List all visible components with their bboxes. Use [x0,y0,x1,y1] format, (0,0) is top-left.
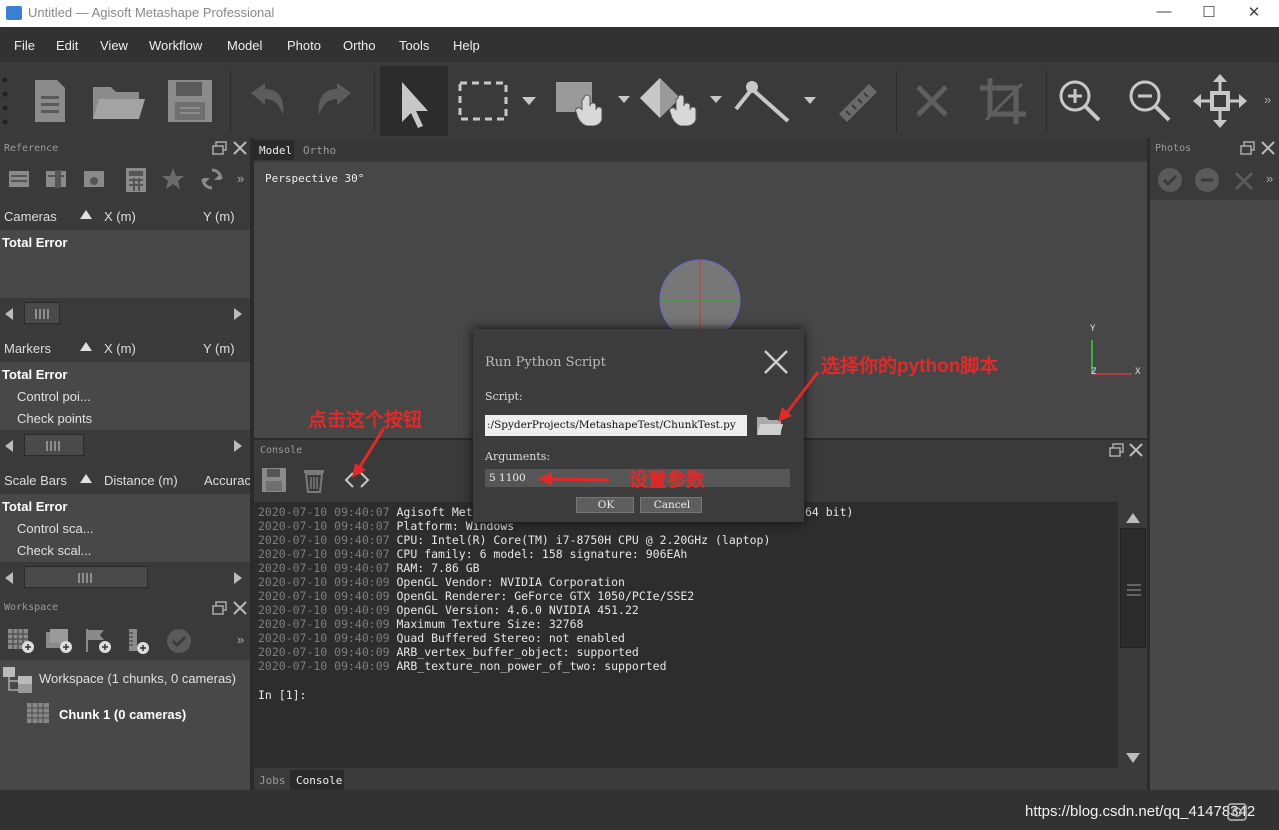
annotation-arrows [352,371,820,486]
